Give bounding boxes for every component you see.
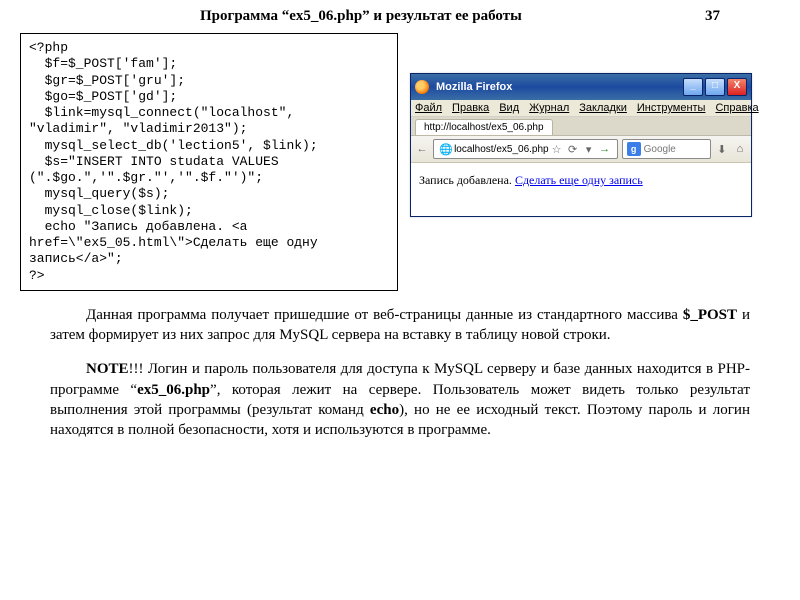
- menu-bar: Файл Правка Вид Журнал Закладки Инструме…: [411, 100, 751, 117]
- menu-edit[interactable]: Правка: [452, 102, 489, 114]
- menu-bookmarks[interactable]: Закладки: [579, 102, 627, 114]
- paragraph-2: NOTE!!! Логин и пароль пользователя для …: [50, 359, 750, 440]
- menu-history[interactable]: Журнал: [529, 102, 569, 114]
- menu-view[interactable]: Вид: [499, 102, 519, 114]
- search-placeholder: Google: [644, 144, 676, 155]
- page-number: 37: [705, 8, 720, 25]
- url-input[interactable]: 🌐 localhost/ex5_06.php ☆ ⟳ ▾ →: [433, 139, 618, 159]
- back-icon[interactable]: ←: [415, 141, 429, 157]
- content-text: Запись добавлена.: [419, 173, 515, 187]
- tab-label: http://localhost/ex5_06.php: [424, 122, 544, 133]
- body-text: Данная программа получает пришедшие от в…: [0, 291, 800, 441]
- bookmark-star-icon[interactable]: ☆: [549, 141, 565, 157]
- window-titlebar[interactable]: Mozilla Firefox _ □ X: [411, 74, 751, 100]
- download-icon[interactable]: ⬇: [715, 141, 729, 157]
- window-title: Mozilla Firefox: [432, 81, 683, 93]
- dropdown-icon[interactable]: ▾: [581, 141, 597, 157]
- code-line: $gr=$_POST['gru'];: [29, 73, 185, 88]
- slide-header: Программа “ex5_06.php” и результат ее ра…: [0, 0, 800, 29]
- minimize-button[interactable]: _: [683, 78, 703, 96]
- globe-icon: 🌐: [438, 141, 454, 157]
- paragraph-1: Данная программа получает пришедшие от в…: [50, 305, 750, 346]
- code-line: (".$go.",'".$gr."','".$f."')";: [29, 170, 263, 185]
- slide-title: Программа “ex5_06.php” и результат ее ра…: [200, 8, 522, 25]
- address-toolbar: ← 🌐 localhost/ex5_06.php ☆ ⟳ ▾ → g Googl…: [411, 136, 751, 163]
- browser-content: Запись добавлена. Сделать еще одну запис…: [411, 163, 751, 216]
- text-run: Данная программа получает пришедшие от в…: [86, 307, 683, 323]
- code-line: echo "Запись добавлена. <a: [29, 219, 247, 234]
- firefox-logo-icon: [415, 80, 429, 94]
- code-line: mysql_query($s);: [29, 186, 169, 201]
- maximize-button[interactable]: □: [705, 78, 725, 96]
- browser-column: Mozilla Firefox _ □ X Файл Правка Вид Жу…: [410, 33, 780, 217]
- browser-tab[interactable]: http://localhost/ex5_06.php: [415, 119, 553, 135]
- main-row: <?php $f=$_POST['fam']; $gr=$_POST['gru'…: [0, 29, 800, 291]
- code-line: $s="INSERT INTO studata VALUES: [29, 154, 279, 169]
- code-line: "vladimir", "vladimir2013");: [29, 121, 247, 136]
- home-icon[interactable]: ⌂: [733, 141, 747, 157]
- php-code-listing: <?php $f=$_POST['fam']; $gr=$_POST['gru'…: [20, 33, 398, 291]
- code-line: $f=$_POST['fam'];: [29, 56, 177, 71]
- reload-icon[interactable]: ⟳: [565, 141, 581, 157]
- code-line: $go=$_POST['gd'];: [29, 89, 177, 104]
- code-line: mysql_close($link);: [29, 203, 193, 218]
- code-line: запись</a>";: [29, 251, 123, 266]
- search-input[interactable]: g Google: [622, 139, 711, 159]
- code-line: <?php: [29, 40, 68, 55]
- close-button[interactable]: X: [727, 78, 747, 96]
- menu-tools[interactable]: Инструменты: [637, 102, 706, 114]
- code-line: href=\"ex5_05.html\">Сделать еще одну: [29, 235, 318, 250]
- text-bold-post: $_POST: [683, 307, 737, 323]
- text-bold-filename: ex5_06.php: [137, 382, 210, 398]
- code-line: $link=mysql_connect("localhost",: [29, 105, 294, 120]
- menu-help[interactable]: Справка: [715, 102, 758, 114]
- go-icon[interactable]: →: [597, 141, 613, 157]
- text-bold-echo: echo: [370, 402, 399, 418]
- firefox-window: Mozilla Firefox _ □ X Файл Правка Вид Жу…: [410, 73, 752, 217]
- tab-bar: http://localhost/ex5_06.php: [411, 117, 751, 136]
- url-text: localhost/ex5_06.php: [454, 144, 549, 155]
- google-badge-icon: g: [627, 142, 641, 156]
- code-line: ?>: [29, 268, 45, 283]
- code-line: mysql_select_db('lection5', $link);: [29, 138, 318, 153]
- text-bold-note: NOTE: [86, 361, 129, 377]
- content-link[interactable]: Сделать еще одну запись: [515, 173, 643, 187]
- menu-file[interactable]: Файл: [415, 102, 442, 114]
